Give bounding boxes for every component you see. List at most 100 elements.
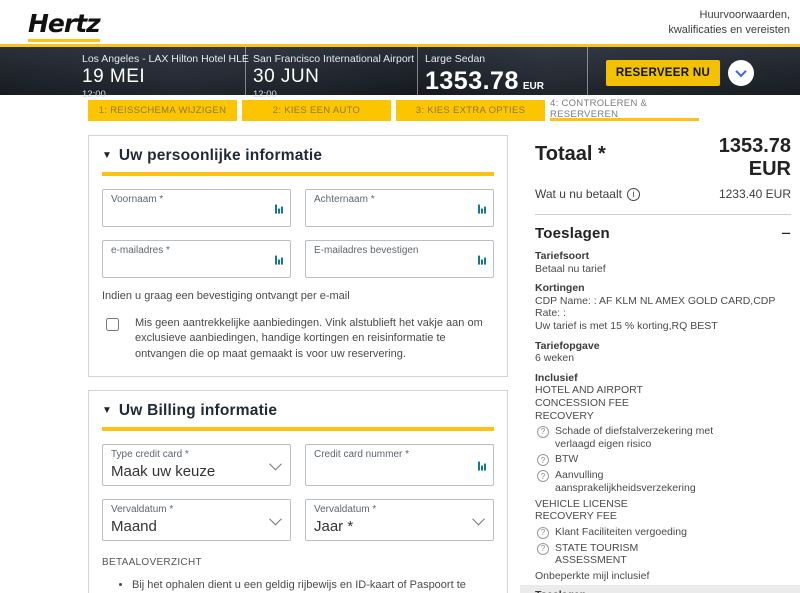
included-item: ? STATE TOURISM ASSESSMENT bbox=[535, 542, 791, 567]
form-column: ▼ Uw persoonlijke informatie Voornaam * … bbox=[88, 135, 508, 593]
included-item: ? BTW bbox=[535, 453, 791, 466]
expiry-year-select[interactable]: Vervaldatum * Jaar * bbox=[305, 499, 494, 541]
pickup-summary[interactable]: Los Angeles - LAX Hilton Hotel HLE 19 ME… bbox=[82, 53, 249, 100]
trip-summary-bar: Los Angeles - LAX Hilton Hotel HLE 19 ME… bbox=[0, 47, 800, 95]
main-content: ▼ Uw persoonlijke informatie Voornaam * … bbox=[0, 135, 800, 593]
total-value: 1353.78 EUR bbox=[719, 135, 791, 181]
price-summary-panel: Totaal * 1353.78 EUR Wat u nu betaalt i … bbox=[535, 135, 791, 593]
discounts-label: Kortingen bbox=[535, 282, 791, 295]
expiry-year-value: Jaar * bbox=[314, 518, 353, 535]
question-icon[interactable]: ? bbox=[537, 454, 549, 466]
personal-info-title: Uw persoonlijke informatie bbox=[119, 147, 322, 165]
payment-overview-list: Bij het ophalen dient u een geldig rijbe… bbox=[132, 578, 494, 593]
chevron-down-icon bbox=[269, 458, 282, 471]
discounts-line: CDP Name: : AF KLM NL AMEX GOLD CARD,CDP… bbox=[535, 295, 791, 320]
card-type-value: Maak uw keuze bbox=[111, 463, 215, 480]
vehicle-summary[interactable]: Large Sedan 1353.78 EUR bbox=[425, 53, 544, 96]
card-number-field[interactable]: Credit card nummer * bbox=[305, 444, 494, 486]
collapse-minus-icon: − bbox=[781, 225, 791, 242]
billing-info-header[interactable]: ▼ Uw Billing informatie bbox=[102, 402, 494, 420]
expiry-month-value: Maand bbox=[111, 518, 157, 535]
autofill-icon[interactable] bbox=[478, 462, 486, 471]
expiry-month-select[interactable]: Vervaldatum * Maand bbox=[102, 499, 291, 541]
vehicle-price: 1353.78 bbox=[425, 67, 519, 96]
rate-type-label: Tariefsoort bbox=[535, 250, 791, 263]
vehicle-class: Large Sedan bbox=[425, 53, 544, 65]
included-item: ? Schade of diefstalverzekering met verl… bbox=[535, 425, 791, 450]
dropoff-date: 30 JUN bbox=[253, 66, 414, 88]
personal-info-card: ▼ Uw persoonlijke informatie Voornaam * … bbox=[88, 135, 508, 377]
chevron-down-icon bbox=[735, 66, 746, 77]
card-number-label: Credit card nummer * bbox=[314, 449, 409, 460]
billing-info-title: Uw Billing informatie bbox=[119, 402, 277, 420]
dropoff-summary[interactable]: San Francisco International Airport 30 J… bbox=[253, 53, 414, 100]
terms-line-1: Huurvoorwaarden, bbox=[668, 8, 790, 23]
rate-quote-value: 6 weken bbox=[535, 352, 791, 365]
terms-link[interactable]: Huurvoorwaarden, kwalificaties en vereis… bbox=[668, 8, 790, 38]
autofill-icon[interactable] bbox=[478, 205, 486, 214]
step-tab-3[interactable]: 3: KIES EXTRA OPTIES bbox=[396, 100, 545, 121]
included-item: ? Klant Faciliteiten vergoeding bbox=[535, 526, 791, 539]
unlimited-miles: Onbeperkte mijl inclusief bbox=[535, 570, 791, 583]
email-confirm-input[interactable] bbox=[314, 257, 467, 275]
payment-overview-title: BETAALOVERZICHT bbox=[102, 557, 494, 568]
expiry-year-label: Vervaldatum * bbox=[314, 504, 376, 515]
autofill-icon[interactable] bbox=[478, 256, 486, 265]
pickup-time: 12:00 bbox=[82, 89, 249, 100]
payment-overview-item: Bij het ophalen dient u een geldig rijbe… bbox=[132, 578, 494, 593]
surcharges-header[interactable]: Toeslagen − bbox=[535, 225, 791, 242]
first-name-label: Voornaam * bbox=[111, 194, 163, 205]
dropoff-location: San Francisco International Airport bbox=[253, 53, 414, 65]
question-icon[interactable]: ? bbox=[537, 543, 549, 555]
card-type-select[interactable]: Type credit card * Maak uw keuze bbox=[102, 444, 291, 486]
surcharges-details: Tariefsoort Betaal nu tarief Kortingen C… bbox=[535, 250, 791, 593]
site-header: Hertz Huurvoorwaarden, kwalificaties en … bbox=[0, 0, 800, 44]
vehicle-currency: EUR bbox=[523, 81, 544, 92]
question-icon[interactable]: ? bbox=[537, 527, 549, 539]
dropoff-time: 12:00 bbox=[253, 89, 414, 100]
email-confirm-field[interactable]: E-mailadres bevestigen bbox=[305, 240, 494, 278]
offers-checkbox-label: Mis geen aantrekkelijke aanbiedingen. Vi… bbox=[135, 316, 494, 362]
pickup-location: Los Angeles - LAX Hilton Hotel HLE bbox=[82, 53, 249, 65]
chevron-down-icon bbox=[269, 513, 282, 526]
first-name-input[interactable] bbox=[111, 206, 264, 224]
step-tab-4: 4: CONTROLEREN & RESERVEREN bbox=[550, 100, 699, 121]
included-fee: HOTEL AND AIRPORT CONCESSION FEE RECOVER… bbox=[535, 384, 685, 422]
last-name-field[interactable]: Achternaam * bbox=[305, 189, 494, 227]
divider bbox=[245, 47, 246, 95]
rate-quote-label: Tariefopgave bbox=[535, 340, 791, 353]
section-underline bbox=[102, 172, 494, 176]
email-confirm-label: E-mailadres bevestigen bbox=[314, 245, 419, 256]
expand-trip-details-button[interactable] bbox=[728, 60, 754, 86]
checkout-steps: 1: REISSCHEMA WIJZIGEN 2: KIES EEN AUTO … bbox=[88, 100, 699, 121]
autofill-icon[interactable] bbox=[275, 205, 283, 214]
divider bbox=[535, 214, 791, 215]
chevron-down-icon bbox=[472, 513, 485, 526]
total-label: Totaal * bbox=[535, 143, 606, 166]
rate-type-value: Betaal nu tarief bbox=[535, 263, 791, 276]
collapse-triangle-icon: ▼ bbox=[102, 151, 112, 161]
divider bbox=[417, 47, 418, 95]
question-icon[interactable]: ? bbox=[537, 470, 549, 482]
section-underline bbox=[102, 427, 494, 431]
discounts-line: Uw tarief is met 15 % korting,RQ BEST bbox=[535, 320, 791, 333]
last-name-input[interactable] bbox=[314, 206, 467, 224]
email-input[interactable] bbox=[111, 257, 264, 275]
last-name-label: Achternaam * bbox=[314, 194, 375, 205]
page: Hertz Huurvoorwaarden, kwalificaties en … bbox=[0, 0, 800, 593]
reserve-button[interactable]: RESERVEER NU bbox=[606, 60, 720, 86]
billing-info-card: ▼ Uw Billing informatie Type credit card… bbox=[88, 390, 508, 593]
autofill-icon[interactable] bbox=[275, 256, 283, 265]
step-tab-2[interactable]: 2: KIES EEN AUTO bbox=[242, 100, 391, 121]
info-icon[interactable]: i bbox=[627, 188, 640, 201]
included-label: Inclusief bbox=[535, 372, 791, 385]
surcharges-label: Toeslagen bbox=[535, 589, 791, 593]
step-tab-1[interactable]: 1: REISSCHEMA WIJZIGEN bbox=[88, 100, 237, 121]
first-name-field[interactable]: Voornaam * bbox=[102, 189, 291, 227]
email-label: e-mailadres * bbox=[111, 245, 170, 256]
email-field[interactable]: e-mailadres * bbox=[102, 240, 291, 278]
question-icon[interactable]: ? bbox=[537, 426, 549, 438]
personal-info-header[interactable]: ▼ Uw persoonlijke informatie bbox=[102, 147, 494, 165]
hertz-logo[interactable]: Hertz bbox=[28, 9, 100, 42]
offers-checkbox[interactable] bbox=[106, 318, 119, 331]
